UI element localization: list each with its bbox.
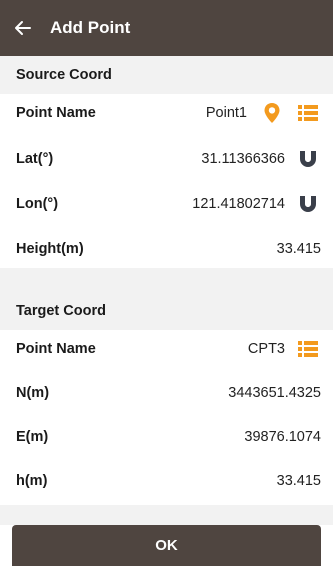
row-height: Height(m) 33.415 <box>0 230 333 268</box>
h-label: h(m) <box>16 473 48 489</box>
magnet-icon <box>300 151 316 167</box>
arrow-left-icon <box>15 21 31 35</box>
page-title: Add Point <box>50 18 131 37</box>
section-divider <box>0 268 333 292</box>
row-lon: Lon(°) 121.41802714 <box>0 185 333 223</box>
source-point-name-label: Point Name <box>16 105 96 121</box>
app-bar: Add Point <box>0 0 333 56</box>
back-button[interactable] <box>0 0 46 56</box>
bottom-spacer <box>0 505 333 525</box>
row-target-point-name: Point Name CPT3 <box>0 330 333 368</box>
lat-value[interactable]: 31.11366366 <box>201 151 285 167</box>
lat-magnet-button[interactable] <box>295 146 321 172</box>
height-value[interactable]: 33.415 <box>277 241 321 257</box>
lon-magnet-button[interactable] <box>295 191 321 217</box>
row-source-point-name: Point Name Point1 <box>0 94 333 132</box>
h-value[interactable]: 33.415 <box>277 473 321 489</box>
row-h: h(m) 33.415 <box>0 462 333 500</box>
source-point-name-value[interactable]: Point1 <box>206 105 247 121</box>
location-pin-icon <box>264 103 280 123</box>
section-header-target: Target Coord <box>0 292 333 330</box>
location-pin-button[interactable] <box>259 100 285 126</box>
row-lat: Lat(°) 31.11366366 <box>0 140 333 178</box>
e-label: E(m) <box>16 429 49 445</box>
height-label: Height(m) <box>16 241 84 257</box>
n-value[interactable]: 3443651.4325 <box>228 385 321 401</box>
lon-label: Lon(°) <box>16 196 59 212</box>
e-value[interactable]: 39876.1074 <box>244 429 321 445</box>
list-icon <box>298 341 318 357</box>
lat-label: Lat(°) <box>16 151 54 167</box>
point-list-button[interactable] <box>295 100 321 126</box>
ok-button[interactable]: OK <box>12 525 321 566</box>
section-header-source: Source Coord <box>0 56 333 94</box>
magnet-icon <box>300 196 316 212</box>
row-e: E(m) 39876.1074 <box>0 418 333 456</box>
lon-value[interactable]: 121.41802714 <box>192 196 285 212</box>
target-point-name-label: Point Name <box>16 341 96 357</box>
n-label: N(m) <box>16 385 50 401</box>
target-point-list-button[interactable] <box>295 336 321 362</box>
list-icon <box>298 105 318 121</box>
target-point-name-value[interactable]: CPT3 <box>248 341 285 357</box>
row-n: N(m) 3443651.4325 <box>0 374 333 412</box>
